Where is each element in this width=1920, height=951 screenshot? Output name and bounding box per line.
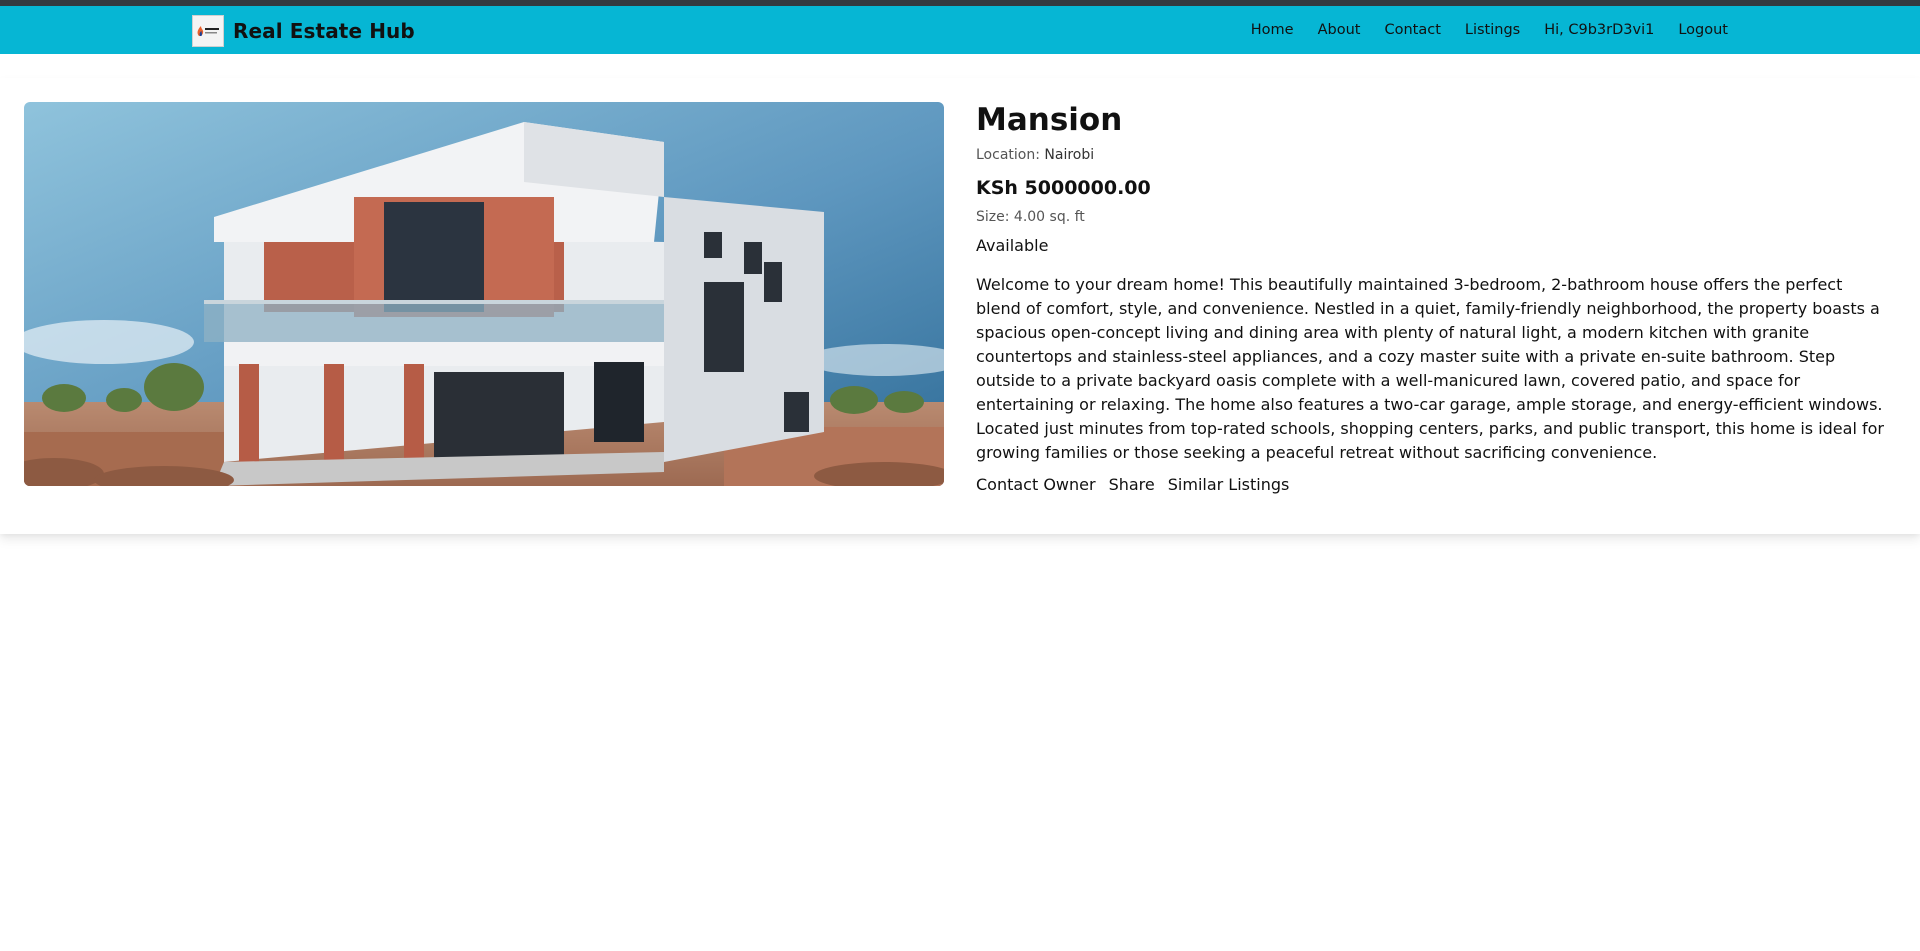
similar-listings-button[interactable]: Similar Listings: [1168, 475, 1290, 495]
company-logo-icon: [192, 14, 224, 47]
listing-card: Mansion Location: Nairobi KSh 5000000.00…: [0, 78, 1920, 534]
listing-actions: Contact Owner Share Similar Listings: [976, 475, 1886, 495]
listing-price: KSh 5000000.00: [976, 177, 1151, 199]
listing-location: Location: Nairobi: [976, 146, 1886, 164]
share-button[interactable]: Share: [1109, 475, 1155, 495]
listing-status: Available: [976, 236, 1049, 255]
listing-info: Mansion Location: Nairobi KSh 5000000.00…: [976, 100, 1886, 495]
brand[interactable]: Real Estate Hub: [192, 14, 415, 47]
nav-home[interactable]: Home: [1251, 22, 1294, 38]
nav-contact[interactable]: Contact: [1384, 22, 1440, 38]
nav-logout[interactable]: Logout: [1678, 22, 1728, 38]
navbar: Real Estate Hub Home About Contact Listi…: [0, 6, 1920, 54]
location-value: Nairobi: [1044, 147, 1095, 163]
brand-name: Real Estate Hub: [233, 18, 415, 43]
listing-photo: [24, 102, 944, 486]
listing-title: Mansion: [976, 102, 1123, 138]
location-label: Location:: [976, 147, 1040, 163]
listing-size: Size: 4.00 sq. ft: [976, 209, 1085, 225]
listing-description: Welcome to your dream home! This beautif…: [976, 275, 1884, 462]
nav-user-greeting[interactable]: Hi, C9b3rD3vi1: [1544, 22, 1654, 38]
main-nav: Home About Contact Listings Hi, C9b3rD3v…: [1227, 6, 1728, 54]
nav-listings[interactable]: Listings: [1465, 22, 1520, 38]
nav-about[interactable]: About: [1318, 22, 1361, 38]
contact-owner-button[interactable]: Contact Owner: [976, 475, 1096, 495]
